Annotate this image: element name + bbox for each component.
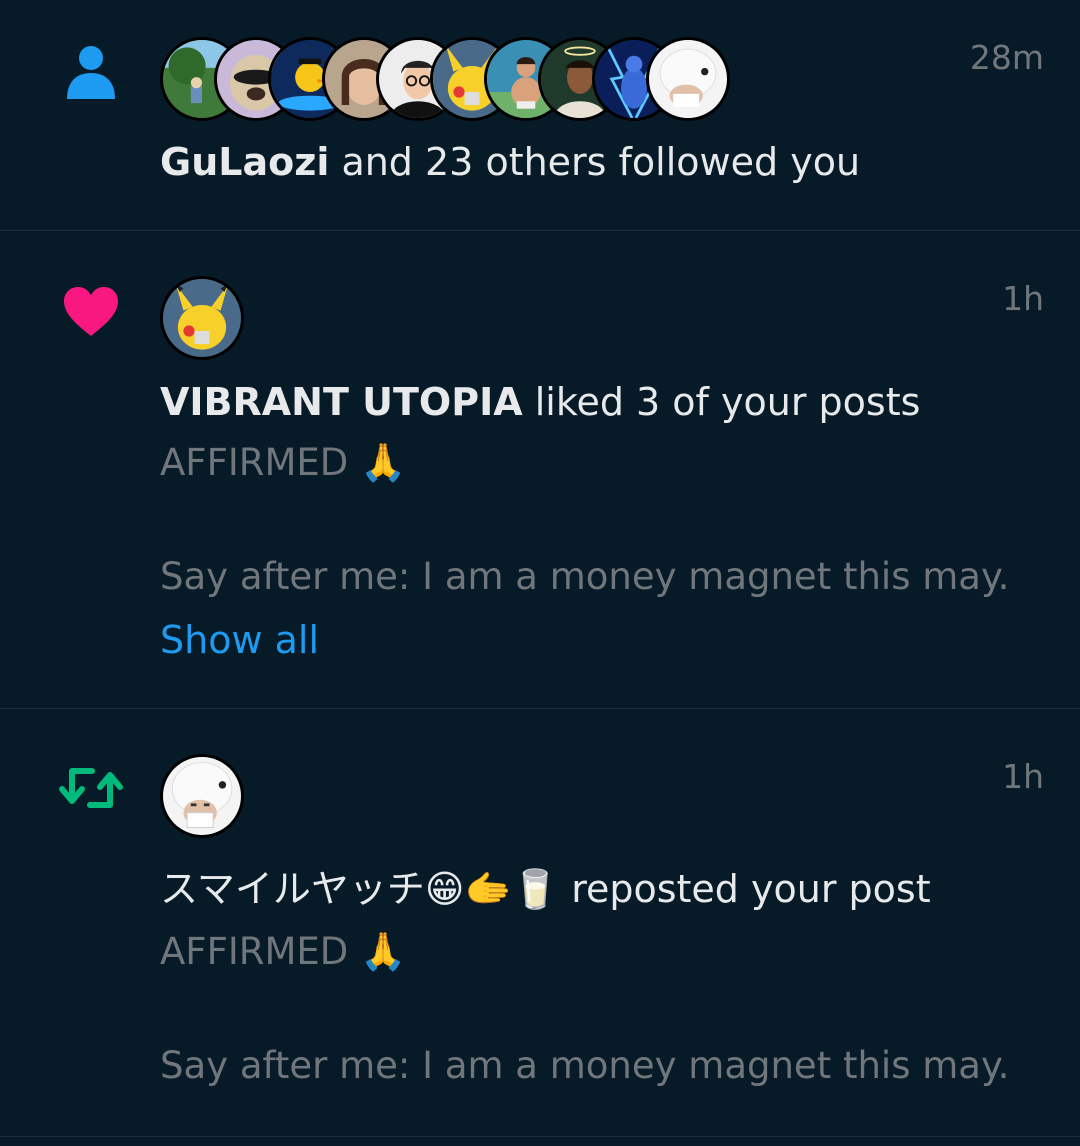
- actor-name[interactable]: GuLaozi: [160, 140, 329, 184]
- heart-icon: [58, 279, 124, 345]
- notification-time: 28m: [969, 38, 1044, 77]
- notification-text: GuLaozi and 23 others followed you: [160, 138, 860, 186]
- notification-text: スマイルヤッチ😁🫱🥛 reposted your post: [160, 865, 931, 913]
- post-preview-title: AFFIRMED 🙏: [160, 930, 407, 973]
- follow-notification[interactable]: 28m GuLaozi and 23 others followed you: [0, 0, 1080, 231]
- actor-name[interactable]: VIBRANT UTOPIA: [160, 380, 523, 424]
- person-icon: [58, 38, 124, 104]
- avatar[interactable]: [646, 37, 730, 121]
- like-notification[interactable]: 1h VIBRANT UTOPIA liked 3 of your posts …: [0, 231, 1080, 709]
- post-preview-title: AFFIRMED 🙏: [160, 441, 407, 484]
- post-preview-text: Say after me: I am a money magnet this m…: [160, 555, 1010, 598]
- notification-time: 1h: [1002, 757, 1044, 796]
- show-all-link[interactable]: Show all: [160, 616, 319, 664]
- post-preview-text: Say after me: I am a money magnet this m…: [160, 1044, 1010, 1087]
- actor-name[interactable]: スマイルヤッチ😁🫱🥛: [160, 867, 559, 911]
- repost-icon: [58, 755, 124, 821]
- action-text: reposted your post: [559, 867, 931, 911]
- notification-time: 1h: [1002, 279, 1044, 318]
- action-text: and 23 others followed you: [329, 140, 861, 184]
- avatar[interactable]: [160, 276, 244, 360]
- repost-notification[interactable]: 1h スマイルヤッチ😁🫱🥛 reposted your post AFFIRME…: [0, 709, 1080, 1137]
- notification-text: VIBRANT UTOPIA liked 3 of your posts: [160, 378, 920, 426]
- action-text: liked 3 of your posts: [522, 380, 921, 424]
- avatar[interactable]: [160, 754, 244, 838]
